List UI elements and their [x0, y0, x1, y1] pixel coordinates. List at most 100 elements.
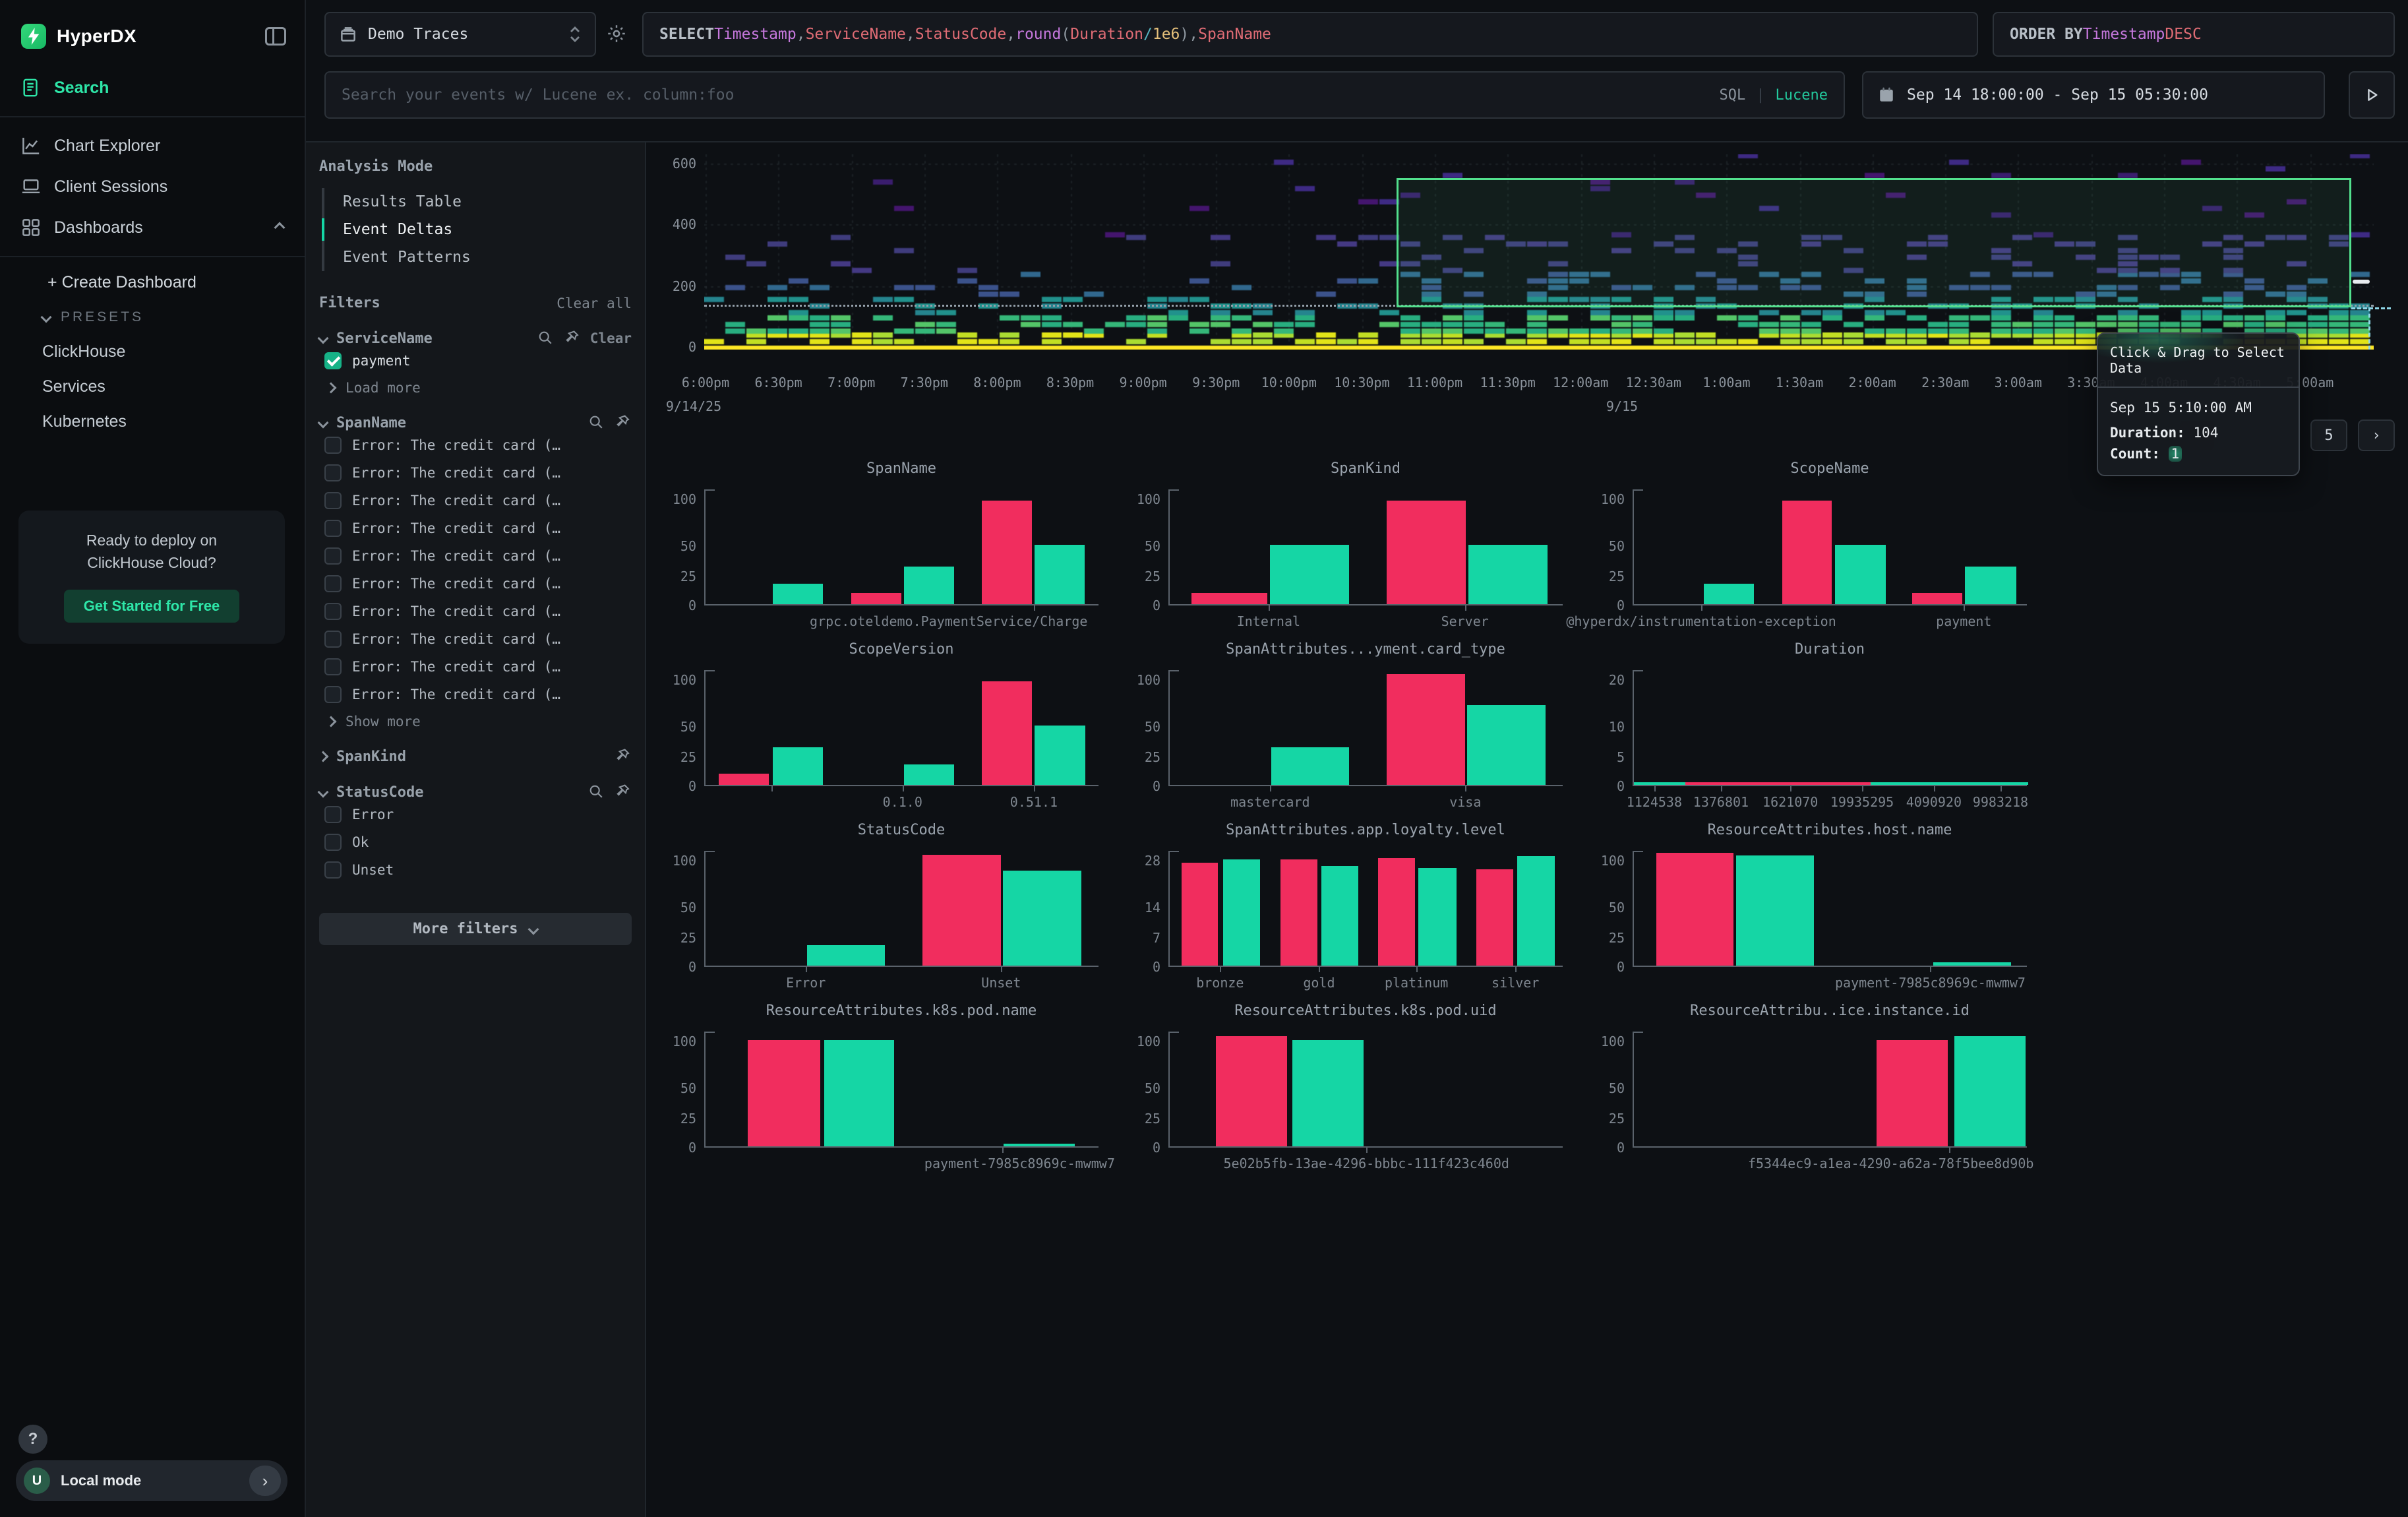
checkbox[interactable]	[324, 658, 342, 675]
sidebar-item-dashboards[interactable]: Dashboards	[0, 207, 305, 248]
checkbox[interactable]	[324, 834, 342, 851]
filter-option[interactable]: payment	[319, 347, 632, 375]
chart-bar	[982, 681, 1032, 785]
heatmap-x-tick: 11:30pm	[1480, 375, 1535, 390]
filter-option-label: Error: The credit card (…	[352, 548, 560, 564]
mini-chart-scopename: ScopeName10050250@hyperdx/instrumentatio…	[1553, 460, 2055, 645]
filter-option-label: Error: The credit card (…	[352, 631, 560, 647]
chart-y-tick: 25	[1559, 569, 1625, 584]
help-button[interactable]: ?	[18, 1425, 47, 1454]
chart-bar	[851, 593, 901, 604]
query-token: StatusCode	[915, 26, 1006, 43]
chart-x-label: grpc.oteldemo.PaymentService/Charge	[810, 613, 1087, 629]
tab-results-table[interactable]: Results Table	[324, 188, 632, 216]
filter-option[interactable]: Error: The credit card (…	[319, 487, 632, 514]
load-more-button[interactable]: Load more	[319, 375, 632, 396]
pagination-next-button[interactable]: ›	[2358, 419, 2395, 451]
lang-sql-toggle[interactable]: SQL	[1720, 87, 1746, 104]
chevron-down-icon	[528, 923, 539, 935]
checkbox[interactable]	[324, 603, 342, 620]
sidebar-item-client-sessions[interactable]: Client Sessions	[0, 166, 305, 207]
create-dashboard-button[interactable]: + Create Dashboard	[0, 265, 305, 300]
chart-y-tick: 0	[1095, 959, 1160, 975]
drag-handle[interactable]	[2353, 280, 2370, 284]
show-more-button[interactable]: Show more	[319, 708, 632, 729]
pin-icon	[564, 330, 581, 347]
sidebar-item-services[interactable]: Services	[0, 369, 305, 404]
tooltip-duration-row: Duration: 104	[2110, 425, 2287, 441]
mini-chart-statuscode: StatusCode10050250ErrorUnset	[625, 822, 1126, 1006]
filter-option[interactable]: Error: The credit card (…	[319, 431, 632, 459]
checkbox-checked[interactable]	[324, 352, 342, 369]
chart-x-tickmark	[1701, 605, 1702, 611]
filter-option[interactable]: Error: The credit card (…	[319, 542, 632, 570]
analysis-mode-tabs: Results TableEvent DeltasEvent Patterns	[322, 188, 632, 271]
selection-region[interactable]	[1397, 178, 2351, 307]
checkbox[interactable]	[324, 492, 342, 509]
get-started-button[interactable]: Get Started for Free	[64, 590, 240, 623]
checkbox[interactable]	[324, 520, 342, 537]
mini-chart-spanattributes-app-loyalty-level: SpanAttributes.app.loyalty.level281470br…	[1089, 822, 1590, 1006]
pagination-page-button[interactable]: 5	[2310, 419, 2347, 451]
chart-bar	[1736, 855, 1814, 966]
filter-option[interactable]: Error: The credit card (…	[319, 625, 632, 653]
order-by-input[interactable]: ORDER BY Timestamp DESC	[1993, 12, 2395, 57]
filter-option[interactable]: Error: The credit card (…	[319, 598, 632, 625]
checkbox[interactable]	[324, 437, 342, 454]
heatmap-date-label: 9/14/25	[666, 398, 721, 414]
checkbox[interactable]	[324, 547, 342, 565]
chart-plot	[1633, 670, 2027, 786]
checkbox[interactable]	[324, 806, 342, 823]
checkbox[interactable]	[324, 631, 342, 648]
checkbox[interactable]	[324, 686, 342, 703]
checkbox[interactable]	[324, 464, 342, 481]
date-range-picker[interactable]: Sep 14 18:00:00 - Sep 15 05:30:00	[1862, 71, 2325, 119]
filter-option[interactable]: Error: The credit card (…	[319, 570, 632, 598]
promo-text: Ready to deploy on	[32, 529, 272, 551]
sidebar-item-clickhouse[interactable]: ClickHouse	[0, 334, 305, 369]
source-select[interactable]: Demo Traces	[324, 12, 596, 57]
filter-option[interactable]: Error: The credit card (…	[319, 681, 632, 708]
filter-group-header-spankind[interactable]: SpanKind	[319, 748, 632, 765]
filter-option[interactable]: Error: The credit card (…	[319, 514, 632, 542]
filter-group-header-spanname[interactable]: SpanName	[319, 414, 632, 431]
filter-option[interactable]: Unset	[319, 856, 632, 884]
lang-lucene-toggle[interactable]: Lucene	[1776, 87, 1828, 104]
tab-event-patterns[interactable]: Event Patterns	[324, 243, 632, 271]
checkbox[interactable]	[324, 575, 342, 592]
filter-option[interactable]: Ok	[319, 828, 632, 856]
chart-x-tickmark	[1270, 786, 1271, 791]
filter-group-header-servicename[interactable]: ServiceNameClear	[319, 330, 632, 347]
tab-event-deltas[interactable]: Event Deltas	[324, 216, 632, 243]
query-token: round	[1015, 26, 1061, 43]
chart-bar	[1292, 1040, 1364, 1146]
run-query-button[interactable]	[2349, 71, 2395, 119]
presets-toggle[interactable]: PRESETS	[0, 300, 305, 334]
gear-icon[interactable]	[607, 24, 626, 44]
mini-chart-scopeversion: ScopeVersion100502500.1.00.51.1	[625, 641, 1126, 826]
heatmap-x-tick: 7:30pm	[901, 375, 948, 390]
sidebar-collapse-icon[interactable]	[265, 27, 286, 46]
clear-filter-button[interactable]: Clear	[590, 330, 632, 346]
clear-all-button[interactable]: Clear all	[557, 295, 632, 311]
heatmap-x-tick: 9:30pm	[1192, 375, 1240, 390]
sidebar-item-search[interactable]: Search	[0, 67, 305, 108]
filter-option[interactable]: Error: The credit card (…	[319, 459, 632, 487]
local-mode-button[interactable]: U Local mode ›	[16, 1460, 287, 1501]
search-input[interactable]: Search your events w/ Lucene ex. column:…	[324, 71, 1845, 119]
checkbox[interactable]	[324, 861, 342, 879]
sidebar-item-kubernetes[interactable]: Kubernetes	[0, 404, 305, 439]
chart-y-tick: 25	[630, 569, 696, 584]
chart-y-tick: 50	[1559, 900, 1625, 915]
more-filters-button[interactable]: More filters	[319, 913, 632, 945]
chart-title: ResourceAttribu..ice.instance.id	[1633, 1003, 2027, 1019]
filter-group-header-statuscode[interactable]: StatusCode	[319, 784, 632, 801]
sql-select-input[interactable]: SELECT Timestamp, ServiceName, StatusCod…	[642, 12, 1978, 57]
filter-option[interactable]: Error	[319, 801, 632, 828]
heatmap-y-tick: 400	[646, 216, 696, 232]
filter-group-name: StatusCode	[336, 784, 423, 801]
sidebar-item-chart-explorer[interactable]: Chart Explorer	[0, 125, 305, 166]
query-token: ,	[906, 26, 915, 43]
filter-option[interactable]: Error: The credit card (…	[319, 653, 632, 681]
heatmap-y-tick: 200	[646, 278, 696, 294]
